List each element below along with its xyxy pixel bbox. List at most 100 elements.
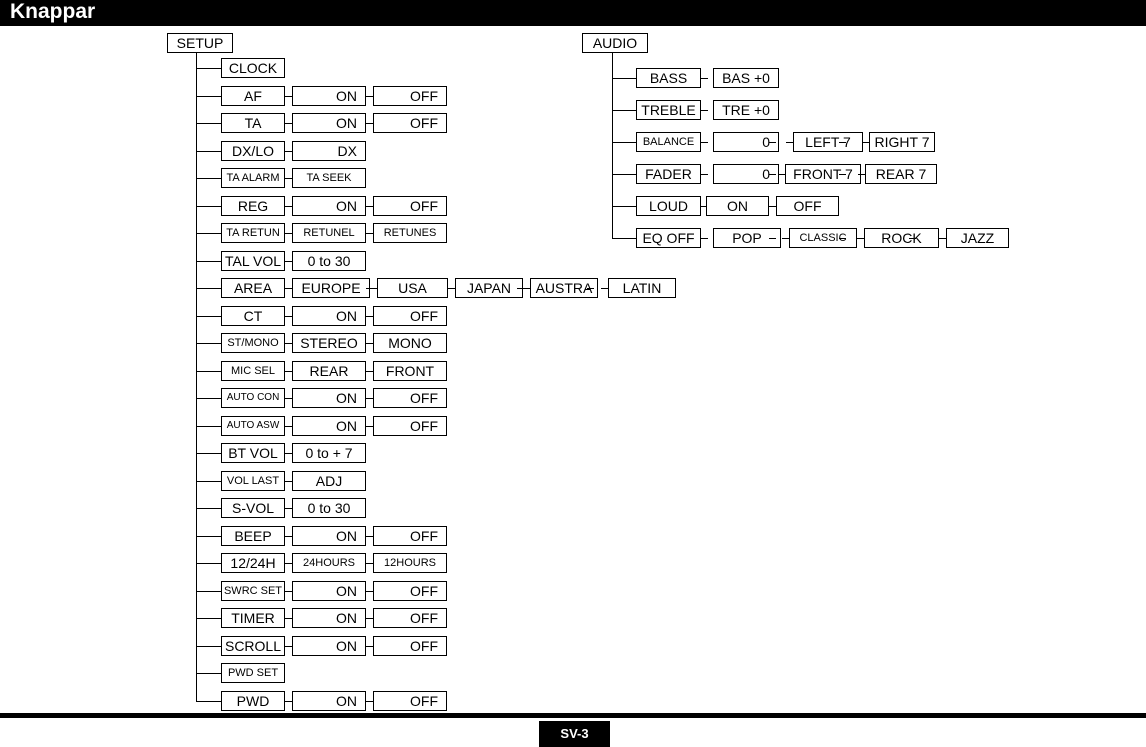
connector-line — [448, 288, 455, 289]
menu-value-front-7[interactable]: FRONT 7 — [785, 164, 861, 184]
menu-item-area[interactable]: AREA — [221, 278, 285, 298]
connector-line — [285, 260, 292, 262]
menu-value-classic[interactable]: CLASSIC — [789, 228, 857, 248]
branch-stub — [196, 590, 221, 592]
setup-root-node[interactable]: SETUP — [167, 33, 233, 53]
menu-value-right-7[interactable]: RIGHT 7 — [869, 132, 935, 152]
menu-value-adj[interactable]: ADJ — [292, 470, 366, 491]
menu-item-af[interactable]: AF — [221, 85, 285, 106]
menu-item-eq-off[interactable]: EQ OFF — [636, 228, 701, 248]
menu-value-on[interactable]: ON — [292, 195, 366, 216]
menu-item-12-24h[interactable]: 12/24H — [221, 553, 285, 573]
menu-value-off[interactable]: OFF — [373, 305, 447, 326]
menu-value-tre-+0[interactable]: TRE +0 — [713, 100, 779, 120]
menu-value-retunel[interactable]: RETUNEL — [292, 223, 366, 243]
menu-item-ct[interactable]: CT — [221, 305, 285, 326]
menu-value-off[interactable]: OFF — [373, 85, 447, 106]
menu-item-bt-vol[interactable]: BT VOL — [221, 443, 285, 463]
menu-value-bas-+0[interactable]: BAS +0 — [713, 68, 779, 88]
menu-item-ta[interactable]: TA — [221, 113, 285, 133]
menu-value-jazz[interactable]: JAZZ — [946, 228, 1009, 248]
menu-value-stereo[interactable]: STEREO — [292, 333, 366, 353]
menu-value-off[interactable]: OFF — [373, 608, 447, 628]
menu-value-rock[interactable]: ROCK — [864, 228, 939, 248]
menu-value-mono[interactable]: MONO — [373, 333, 447, 353]
menu-value-ta-seek[interactable]: TA SEEK — [292, 168, 366, 188]
menu-item-loud[interactable]: LOUD — [636, 196, 701, 216]
menu-item-pwd-set[interactable]: PWD SET — [221, 663, 285, 683]
menu-value-on[interactable]: ON — [292, 113, 366, 133]
menu-value-latin[interactable]: LATIN — [608, 278, 676, 298]
menu-item-vol-last[interactable]: VOL LAST — [221, 470, 285, 491]
menu-item-ta-retun[interactable]: TA RETUN — [221, 223, 285, 243]
branch-stub — [196, 260, 221, 262]
connector-line — [285, 233, 292, 234]
connector-line — [285, 123, 292, 124]
menu-value-on[interactable]: ON — [292, 415, 366, 436]
menu-value-off[interactable]: OFF — [776, 196, 839, 216]
menu-item-beep[interactable]: BEEP — [221, 525, 285, 546]
menu-item-tal-vol[interactable]: TAL VOL — [221, 250, 285, 271]
menu-item-st-mono[interactable]: ST/MONO — [221, 333, 285, 353]
menu-value-0-to-30[interactable]: 0 to 30 — [292, 250, 366, 271]
menu-value-on[interactable]: ON — [706, 196, 769, 216]
menu-item-treble[interactable]: TREBLE — [636, 100, 701, 120]
audio-root-node[interactable]: AUDIO — [582, 33, 648, 53]
menu-item-fader[interactable]: FADER — [636, 164, 701, 184]
menu-value-on[interactable]: ON — [292, 388, 366, 408]
menu-value-12hours[interactable]: 12HOURS — [373, 553, 447, 573]
branch-stub — [196, 123, 221, 124]
menu-value-front[interactable]: FRONT — [373, 360, 447, 381]
menu-item-auto-asw[interactable]: AUTO ASW — [221, 415, 285, 436]
menu-value-24hours[interactable]: 24HOURS — [292, 553, 366, 573]
menu-item-pwd[interactable]: PWD — [221, 690, 285, 711]
connector-line — [285, 178, 292, 179]
menu-item-timer[interactable]: TIMER — [221, 608, 285, 628]
branch-stub — [612, 238, 636, 239]
connector-line — [285, 343, 292, 344]
menu-item-balance[interactable]: BALANCE — [636, 132, 701, 152]
menu-value-rear[interactable]: REAR — [292, 360, 366, 381]
menu-item-auto-con[interactable]: AUTO CON — [221, 388, 285, 408]
menu-value-on[interactable]: ON — [292, 580, 366, 601]
menu-value-left-7[interactable]: LEFT 7 — [793, 132, 863, 152]
branch-stub — [196, 343, 221, 344]
menu-value-off[interactable]: OFF — [373, 113, 447, 133]
menu-value-off[interactable]: OFF — [373, 635, 447, 656]
connector-line — [285, 453, 292, 454]
menu-value-0-to-30[interactable]: 0 to 30 — [292, 498, 366, 518]
menu-item-reg[interactable]: REG — [221, 195, 285, 216]
menu-value-off[interactable]: OFF — [373, 580, 447, 601]
connector-line — [939, 238, 946, 239]
branch-stub — [612, 142, 636, 143]
menu-value-off[interactable]: OFF — [373, 388, 447, 408]
menu-value-off[interactable]: OFF — [373, 690, 447, 711]
menu-item-swrc-set[interactable]: SWRC SET — [221, 580, 285, 601]
menu-value-japan[interactable]: JAPAN — [455, 278, 523, 298]
menu-value-off[interactable]: OFF — [373, 415, 447, 436]
menu-item-mic-sel[interactable]: MIC SEL — [221, 360, 285, 381]
menu-value-on[interactable]: ON — [292, 635, 366, 656]
menu-item-bass[interactable]: BASS — [636, 68, 701, 88]
menu-item-dx-lo[interactable]: DX/LO — [221, 140, 285, 161]
menu-value-usa[interactable]: USA — [377, 278, 448, 298]
menu-value-on[interactable]: ON — [292, 690, 366, 711]
menu-value-on[interactable]: ON — [292, 85, 366, 106]
menu-value-on[interactable]: ON — [292, 305, 366, 326]
menu-value-europe[interactable]: EUROPE — [292, 278, 370, 298]
menu-value-on[interactable]: ON — [292, 608, 366, 628]
menu-item-clock[interactable]: CLOCK — [221, 58, 285, 78]
menu-item-s-vol[interactable]: S-VOL — [221, 498, 285, 518]
branch-stub — [196, 150, 221, 152]
connector-line — [285, 590, 292, 592]
menu-value-0-to-+-7[interactable]: 0 to + 7 — [292, 443, 366, 463]
menu-value-off[interactable]: OFF — [373, 195, 447, 216]
menu-value-dx[interactable]: DX — [292, 140, 366, 161]
connector-line — [366, 123, 373, 124]
menu-item-ta-alarm[interactable]: TA ALARM — [221, 168, 285, 188]
menu-value-rear-7[interactable]: REAR 7 — [865, 164, 937, 184]
menu-value-retunes[interactable]: RETUNES — [373, 223, 447, 243]
menu-item-scroll[interactable]: SCROLL — [221, 635, 285, 656]
menu-value-on[interactable]: ON — [292, 525, 366, 546]
menu-value-off[interactable]: OFF — [373, 525, 447, 546]
